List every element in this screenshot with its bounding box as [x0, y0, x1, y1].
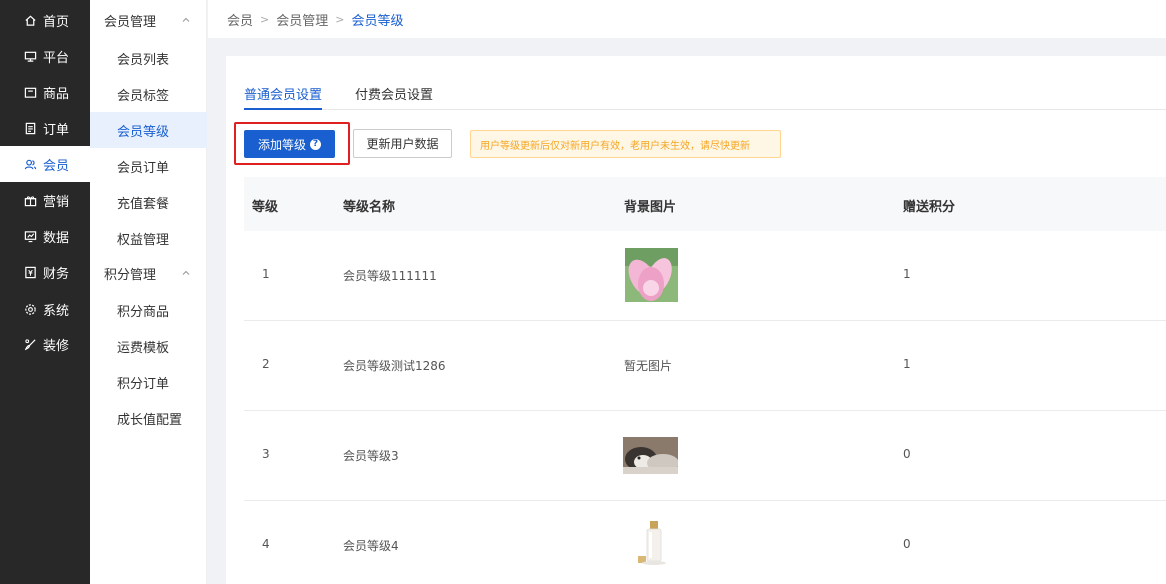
cell-level: 4: [262, 537, 270, 551]
nav-system-label: 系统: [43, 303, 70, 319]
table-row: 1 会员等级111111 1: [244, 231, 1166, 321]
th-background-image: 背景图片: [624, 200, 677, 215]
nav-goods[interactable]: 商品: [0, 74, 90, 110]
nav-item-label: 会员标签: [117, 88, 170, 104]
gift-icon: [24, 194, 37, 207]
cell-level: 2: [262, 357, 270, 371]
refresh-user-data-button[interactable]: 更新用户数据: [353, 129, 452, 158]
nav-item-label: 会员等级: [117, 124, 170, 140]
breadcrumb-item[interactable]: 会员管理: [276, 10, 328, 29]
cell-points: 0: [903, 537, 911, 551]
cell-points: 1: [903, 267, 911, 281]
nav-item-label: 会员订单: [117, 160, 170, 176]
tab-bar: 普通会员设置 付费会员设置: [244, 74, 1166, 110]
cell-name: 会员等级4: [343, 539, 399, 553]
tab-regular-member[interactable]: 普通会员设置: [244, 84, 323, 110]
brush-icon: [24, 338, 37, 351]
nav-shipping-templates[interactable]: 运费模板: [90, 328, 207, 364]
finance-icon: [24, 266, 37, 279]
nav-item-label: 积分订单: [117, 376, 170, 392]
nav-decoration-label: 装修: [43, 338, 70, 354]
th-level-name: 等级名称: [343, 200, 396, 215]
nav-orders[interactable]: 订单: [0, 110, 90, 146]
cell-name: 会员等级测试1286: [343, 359, 446, 373]
nav-member-levels[interactable]: 会员等级: [90, 112, 207, 148]
cell-points: 0: [903, 447, 911, 461]
add-level-label: 添加等级: [257, 137, 306, 152]
nav-group-label: 会员管理: [104, 14, 157, 30]
nav-data[interactable]: 数据: [0, 218, 90, 254]
add-level-button[interactable]: 添加等级 ?: [244, 130, 335, 158]
table-row: 3 会员等级3 0: [244, 411, 1166, 501]
nav-data-label: 数据: [43, 230, 70, 246]
secondary-sidebar: 会员管理 会员列表 会员标签 会员等级 会员订单 充值套餐 权益管理 积分管理 …: [90, 0, 207, 584]
box-icon: [24, 86, 37, 99]
nav-group-points-management[interactable]: 积分管理: [90, 255, 207, 291]
monitor-icon: [24, 50, 37, 63]
chevron-up-icon: [181, 267, 191, 277]
chevron-right-icon: >: [335, 12, 345, 26]
lotus-flower-image: [625, 248, 678, 302]
nav-growth-config[interactable]: 成长值配置: [90, 400, 207, 436]
nav-item-label: 充值套餐: [117, 196, 170, 212]
nav-goods-label: 商品: [43, 86, 70, 102]
no-image-text: 暂无图片: [624, 359, 673, 373]
nav-members-label: 会员: [43, 158, 70, 174]
nav-item-label: 会员列表: [117, 52, 170, 68]
nav-item-label: 积分商品: [117, 304, 170, 320]
cell-level: 3: [262, 447, 270, 461]
nav-member-tags[interactable]: 会员标签: [90, 76, 207, 112]
cell-name: 会员等级3: [343, 449, 399, 463]
nav-points-orders[interactable]: 积分订单: [90, 364, 207, 400]
nav-recharge-packages[interactable]: 充值套餐: [90, 184, 207, 220]
breadcrumb-current: 会员等级: [351, 13, 404, 29]
chart-icon: [24, 230, 37, 243]
nav-item-label: 权益管理: [117, 232, 170, 248]
chevron-up-icon: [181, 14, 191, 24]
nav-decoration[interactable]: 装修: [0, 326, 90, 362]
nav-member-list[interactable]: 会员列表: [90, 40, 207, 76]
chevron-right-icon: >: [260, 12, 270, 26]
th-bonus-points: 赠送积分: [903, 200, 956, 215]
th-level: 等级: [252, 200, 279, 215]
nav-home[interactable]: 首页: [0, 2, 90, 38]
nav-platform[interactable]: 平台: [0, 38, 90, 74]
table-header: 等级 等级名称 背景图片 赠送积分: [244, 177, 1166, 231]
tab-paid-member[interactable]: 付费会员设置: [355, 84, 433, 110]
perfume-bottle-image: [634, 520, 674, 566]
breadcrumb: 会员 > 会员管理 > 会员等级: [208, 0, 1166, 38]
nav-member-orders[interactable]: 会员订单: [90, 148, 207, 184]
nav-system[interactable]: 系统: [0, 291, 90, 327]
nav-item-label: 运费模板: [117, 340, 170, 356]
nav-item-label: 成长值配置: [117, 412, 183, 428]
nav-home-label: 首页: [43, 14, 70, 30]
main-card: 普通会员设置 付费会员设置 添加等级 ? 更新用户数据 用户等级更新后仅对新用户…: [226, 56, 1166, 584]
nav-group-member-management[interactable]: 会员管理: [90, 2, 207, 38]
cell-level: 1: [262, 267, 270, 281]
home-icon: [24, 14, 37, 27]
table-row: 2 会员等级测试1286 暂无图片 1: [244, 321, 1166, 411]
document-icon: [24, 122, 37, 135]
nav-finance[interactable]: 财务: [0, 254, 90, 290]
nav-benefits[interactable]: 权益管理: [90, 220, 207, 256]
primary-sidebar: 首页 平台 商品 订单 会员 营销 数据 财务 系统 装修: [0, 0, 90, 584]
nav-orders-label: 订单: [43, 122, 70, 138]
husky-dog-image: [623, 437, 678, 474]
nav-members[interactable]: 会员: [0, 146, 90, 182]
nav-platform-label: 平台: [43, 50, 70, 66]
notice-banner: 用户等级更新后仅对新用户有效，老用户未生效，请尽快更新: [470, 130, 781, 158]
breadcrumb-item[interactable]: 会员: [227, 10, 253, 29]
nav-marketing-label: 营销: [43, 194, 70, 210]
cell-name: 会员等级111111: [343, 269, 437, 283]
cell-points: 1: [903, 357, 911, 371]
help-icon[interactable]: ?: [310, 138, 321, 150]
nav-marketing[interactable]: 营销: [0, 182, 90, 218]
nav-group-label: 积分管理: [104, 267, 157, 283]
nav-finance-label: 财务: [43, 266, 70, 282]
table-row: 4 会员等级4 0: [244, 501, 1166, 584]
nav-points-goods[interactable]: 积分商品: [90, 292, 207, 328]
gear-icon: [24, 303, 37, 316]
users-icon: [24, 158, 37, 171]
